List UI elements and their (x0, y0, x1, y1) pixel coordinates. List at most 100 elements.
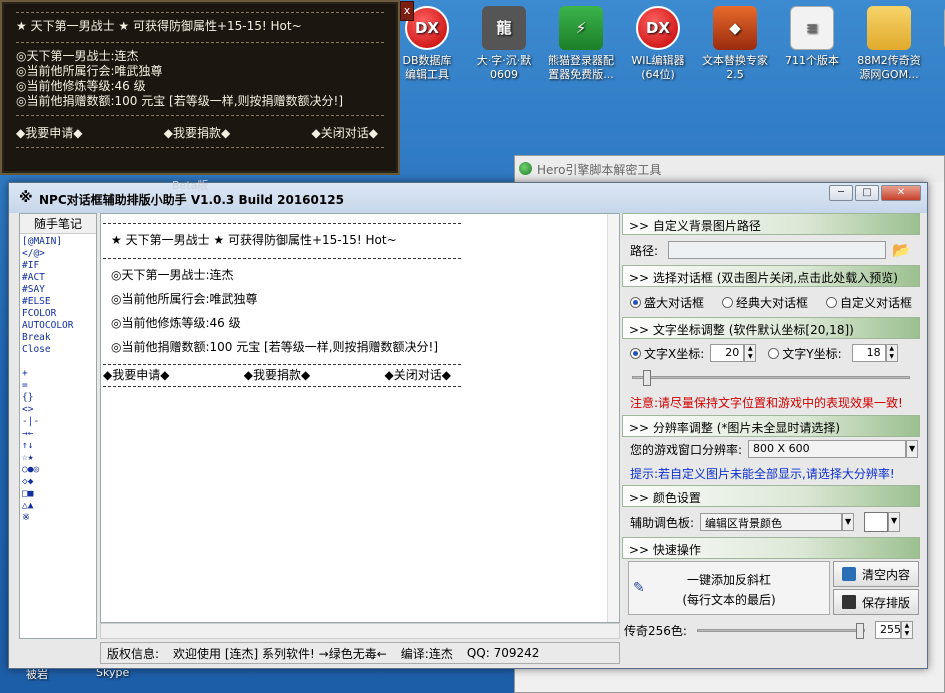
desktop-icon[interactable]: ⚡ 熊猫登录器配 置器免费版... (546, 6, 616, 82)
note-item[interactable]: □■ (22, 488, 94, 500)
desktop-app-icon: ≡ (790, 6, 834, 50)
chevron-down-icon[interactable]: ▼ (842, 513, 855, 531)
desktop-icon[interactable]: ≡ 711个版本 (777, 6, 847, 68)
desktop-app-icon (867, 6, 911, 50)
desktop-icon[interactable]: 88M2传奇资 源网GOM... (854, 6, 924, 82)
desktop-icon[interactable]: DX WIL编辑器 (64位) (623, 6, 693, 82)
note-item[interactable]: ※ (22, 512, 94, 524)
radio-selected-icon[interactable] (630, 347, 641, 359)
radio-custom-dialog[interactable]: 自定义对话框 (825, 294, 912, 311)
notes-list: [@MAIN] </@> #IF #ACT #SAY #ELSE FCOLOR AUTOCOL… (20, 234, 96, 526)
divider (16, 42, 384, 43)
note-item[interactable]: -|- (22, 416, 94, 428)
radio-icon[interactable] (768, 347, 780, 359)
divider (16, 147, 384, 148)
radio-selected-icon (630, 296, 641, 308)
note-item[interactable]: <> (22, 404, 94, 416)
npc-layout-helper-window[interactable]: ※ Beta版 NPC对话框辅助排版小助手 V1.0.3 Build 20160… (8, 179, 928, 669)
path-input[interactable] (668, 241, 887, 259)
radio-shanda-dialog[interactable]: 盛大对话框 (630, 294, 704, 311)
legend-slider-thumb[interactable] (855, 622, 864, 639)
window-title: NPC对话框辅助排版小助手 V1.0.3 Build 20160125 (39, 193, 344, 207)
note-item[interactable]: + (22, 368, 94, 380)
dialog-editor[interactable]: ★ 天下第一男战士 ★ 可获得防御属性+15-15! Hot~ ◎天下第一男战士… (100, 213, 620, 623)
radio-classic-dialog[interactable]: 经典大对话框 (721, 294, 808, 311)
editor-line: ◎当前他修炼等级:46 级 (111, 315, 241, 330)
legend-color-stepper[interactable]: ▲ ▼ (900, 621, 913, 639)
section-dialog-select[interactable]: >> 选择对话框 (双击图片关闭,点击此处载入预览) (622, 265, 920, 287)
note-item[interactable]: →← (22, 428, 94, 440)
npc-line: ◎当前他所属行会:唯武独尊 (16, 64, 163, 78)
color-swatch[interactable] (864, 512, 889, 532)
divider (103, 258, 461, 259)
legend-color-input[interactable]: 255 (874, 621, 901, 639)
notes-header: 随手笔记 (20, 214, 96, 234)
x-coord-stepper[interactable]: ▲ ▼ (744, 344, 757, 362)
note-item[interactable]: △▲ (22, 500, 94, 512)
npc-donate-link[interactable]: ◆我要捐款◆ (164, 124, 230, 141)
section-resolution: >> 分辨率调整 (*图片未全显时请选择) (622, 415, 920, 437)
note-item[interactable]: {} (22, 392, 94, 404)
y-coord-stepper[interactable]: ▲ ▼ (885, 344, 898, 362)
coord-slider-thumb[interactable] (642, 370, 651, 386)
y-coord-input[interactable]: 18 (851, 344, 886, 362)
resolution-select[interactable]: 800 X 600 (748, 440, 907, 458)
coord-slider[interactable] (632, 370, 910, 386)
desktop-icon[interactable]: 龍大·字·沉·默 0609 (469, 6, 539, 82)
editor-title-line: ★ 天下第一男战士 ★ 可获得防御属性+15-15! Hot~ (111, 232, 397, 247)
palette-label: 辅助调色板: (630, 515, 695, 530)
desktop-icon-label: 新建文 (931, 54, 945, 68)
note-item[interactable]: </@> (22, 248, 94, 260)
note-item[interactable]: [@MAIN] (22, 236, 94, 248)
editor-horizontal-scrollbar[interactable] (100, 623, 620, 639)
note-item[interactable]: ◇◆ (22, 476, 94, 488)
desktop-app-icon: ⚡ (559, 6, 603, 50)
editor-line: ◎天下第一男战士:连杰 (111, 267, 234, 282)
open-folder-icon[interactable]: 📂 (892, 241, 911, 259)
desktop-icon[interactable]: ≡新建文 (931, 6, 945, 68)
y-coord-label: 文字Y坐标: (782, 346, 842, 361)
radio-label: 自定义对话框 (839, 295, 912, 310)
note-item[interactable]: Break (22, 332, 94, 344)
note-item[interactable] (22, 356, 94, 368)
note-item[interactable]: = (22, 380, 94, 392)
clear-icon (842, 567, 856, 581)
npc-apply-link[interactable]: ◆我要申请◆ (16, 124, 82, 141)
close-button[interactable]: ✕ (881, 185, 921, 201)
x-coord-input[interactable]: 20 (710, 344, 745, 362)
resolution-label: 您的游戏窗口分辨率: (630, 442, 743, 457)
desktop-icon[interactable]: ◆ 文本替换专家 2.5 (700, 6, 770, 82)
npc-close-button[interactable]: x (400, 1, 414, 21)
clear-content-button[interactable]: 清空内容 (833, 561, 919, 587)
path-label: 路径: (630, 243, 659, 258)
desktop-app-icon: ◆ (713, 6, 757, 50)
palette-select[interactable]: 编辑区背景颜色 (700, 513, 843, 531)
note-item[interactable]: FCOLOR (22, 308, 94, 320)
note-item[interactable]: #IF (22, 260, 94, 272)
legend-color-slider[interactable] (696, 622, 865, 639)
note-item[interactable]: #SAY (22, 284, 94, 296)
npc-dialog-preview[interactable]: ★ 天下第一男战士 ★ 可获得防御属性+15-15! Hot~ ◎天下第一男战士… (0, 0, 400, 175)
npc-close-link[interactable]: ◆关闭对话◆ (312, 124, 378, 141)
editor-close-text: ◆关闭对话◆ (384, 368, 451, 382)
legend-color-label: 传奇256色: (624, 623, 687, 638)
editor-vertical-scrollbar[interactable] (607, 214, 619, 622)
note-item[interactable]: ☆★ (22, 452, 94, 464)
maximize-button[interactable]: □ (855, 185, 879, 201)
note-item[interactable]: #ELSE (22, 296, 94, 308)
note-item[interactable]: Close (22, 344, 94, 356)
note-item[interactable]: ↑↓ (22, 440, 94, 452)
chevron-down-icon[interactable]: ▼ (888, 512, 901, 532)
note-item[interactable]: #ACT (22, 272, 94, 284)
coord-warning: 注意:请尽量保持文字位置和游戏中的表现效果一致! (630, 395, 903, 410)
window-titlebar[interactable]: ※ Beta版 NPC对话框辅助排版小助手 V1.0.3 Build 20160… (9, 179, 927, 213)
notes-panel: 随手笔记 [@MAIN] </@> #IF #ACT #SAY #ELSE FCOLOR AU… (19, 213, 97, 639)
save-layout-button[interactable]: 保存排版 (833, 589, 919, 615)
note-item[interactable]: AUTOCOLOR (22, 320, 94, 332)
note-item[interactable]: ○●◎ (22, 464, 94, 476)
chevron-down-icon[interactable]: ▼ (906, 440, 919, 458)
section-color: >> 颜色设置 (622, 485, 920, 507)
divider (16, 115, 384, 116)
minimize-button[interactable]: ─ (829, 185, 853, 201)
add-backslash-button[interactable]: ✎ 一键添加反斜杠 (每行文本的最后) (628, 561, 830, 615)
